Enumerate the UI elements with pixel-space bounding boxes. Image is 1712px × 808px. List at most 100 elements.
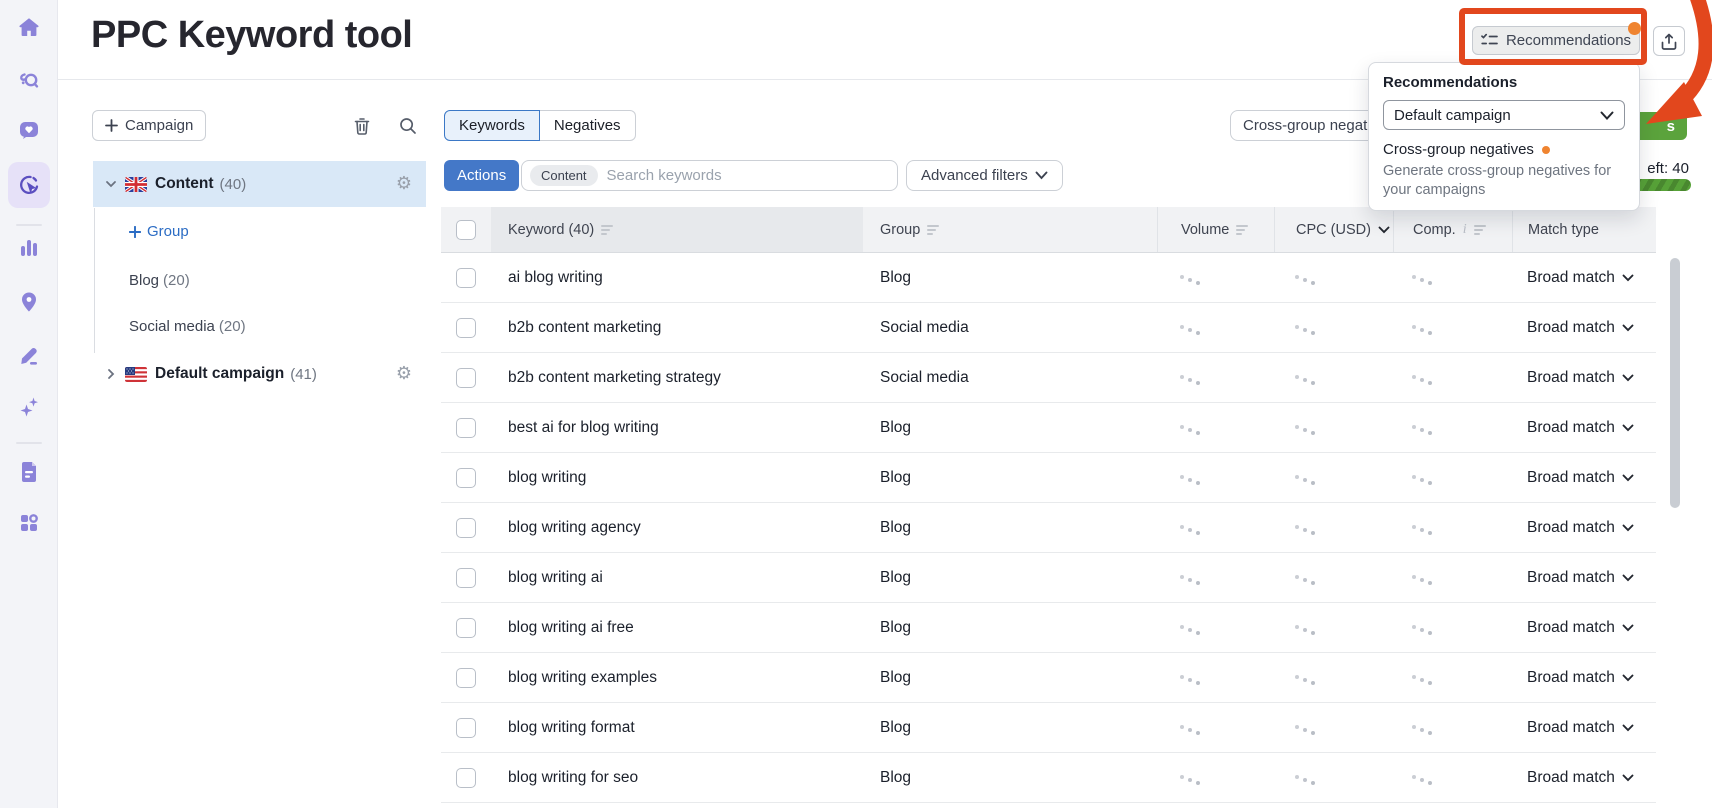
chevron-down-icon[interactable] [104, 177, 118, 191]
home-icon[interactable] [8, 6, 50, 48]
group-count: (20) [163, 272, 190, 289]
match-type-select[interactable]: Broad match [1527, 769, 1634, 787]
row-checkbox[interactable] [456, 367, 476, 388]
row-checkbox[interactable] [456, 767, 476, 788]
select-all-checkbox[interactable] [456, 219, 476, 240]
cross-group-negatives-button[interactable]: Cross-group negat [1230, 110, 1376, 141]
match-type-select[interactable]: Broad match [1527, 669, 1634, 687]
tab-keywords[interactable]: Keywords [444, 110, 540, 141]
row-checkbox[interactable] [456, 667, 476, 688]
table-row: blog writing format Blog Broad match [441, 703, 1656, 753]
row-checkbox[interactable] [456, 417, 476, 438]
search-icon[interactable] [398, 116, 418, 136]
match-type-value: Broad match [1527, 318, 1615, 336]
cpc-loading-dots [1295, 524, 1315, 535]
chevron-down-icon [1600, 111, 1614, 120]
keyword-cell[interactable]: blog writing ai free [491, 619, 863, 637]
cross-group-negatives-label: Cross-group negat [1243, 117, 1368, 134]
col-header-keyword[interactable]: Keyword (40) [491, 207, 863, 252]
apps-grid-icon[interactable] [8, 502, 50, 544]
col-header-volume[interactable]: Volume [1157, 207, 1274, 252]
add-campaign-button[interactable]: Campaign [92, 110, 207, 141]
group-cell: Blog [880, 668, 912, 686]
campaign-tree-item-default-campaign[interactable]: Default campaign (41) ⚙ [93, 351, 426, 397]
keyword-search-input[interactable]: Content Search keywords [521, 160, 898, 191]
export-icon [1661, 33, 1677, 50]
match-type-select[interactable]: Broad match [1527, 269, 1634, 287]
keyword-cell[interactable]: best ai for blog writing [491, 419, 863, 437]
match-type-select[interactable]: Broad match [1527, 569, 1634, 587]
tab-negatives[interactable]: Negatives [539, 110, 636, 141]
feedback-heart-icon[interactable] [8, 109, 50, 151]
campaign-select[interactable]: Default campaign [1383, 100, 1625, 130]
advanced-filters-button[interactable]: Advanced filters [906, 160, 1063, 191]
search-scope-chip[interactable]: Content [530, 165, 598, 186]
comp-loading-dots [1412, 274, 1432, 285]
keyword-cell[interactable]: blog writing agency [491, 519, 863, 537]
row-checkbox[interactable] [456, 317, 476, 338]
keyword-cell[interactable]: blog writing format [491, 719, 863, 737]
recommendations-button[interactable]: Recommendations [1472, 26, 1640, 55]
actions-button[interactable]: Actions [444, 160, 520, 191]
row-checkbox[interactable] [456, 567, 476, 588]
sort-icon[interactable] [927, 224, 940, 235]
report-document-icon[interactable] [8, 451, 50, 493]
match-type-value: Broad match [1527, 718, 1615, 736]
group-item-social-media[interactable]: Social media (20) [129, 318, 246, 335]
export-button[interactable] [1653, 26, 1685, 56]
chevron-right-icon[interactable] [104, 367, 118, 381]
volume-loading-dots [1180, 424, 1200, 435]
comp-loading-dots [1412, 374, 1432, 385]
location-pin-icon[interactable] [8, 281, 50, 323]
add-group-link[interactable]: Group [129, 223, 189, 240]
gear-icon[interactable]: ⚙ [396, 175, 412, 193]
popup-item-cross-group-negatives[interactable]: Cross-group negatives [1383, 141, 1625, 158]
keyword-cell[interactable]: ai blog writing [491, 269, 863, 287]
sort-icon[interactable] [1236, 224, 1249, 235]
chevron-down-icon [1622, 424, 1634, 431]
match-type-select[interactable]: Broad match [1527, 519, 1634, 537]
row-checkbox[interactable] [456, 267, 476, 288]
match-type-select[interactable]: Broad match [1527, 619, 1634, 637]
group-cell: Blog [880, 518, 912, 536]
row-checkbox[interactable] [456, 617, 476, 638]
analytics-bars-icon[interactable] [8, 227, 50, 269]
match-type-select[interactable]: Broad match [1527, 419, 1634, 437]
match-type-select[interactable]: Broad match [1527, 369, 1634, 387]
edit-pencil-icon[interactable] [8, 334, 50, 376]
keyword-cell[interactable]: blog writing for seo [491, 769, 863, 787]
sort-icon[interactable] [601, 224, 614, 235]
gear-icon[interactable]: ⚙ [396, 365, 412, 383]
chevron-down-icon [1622, 474, 1634, 481]
col-header-comp[interactable]: Comp. i [1393, 207, 1512, 252]
match-type-select[interactable]: Broad match [1527, 719, 1634, 737]
col-header-cpc[interactable]: CPC (USD) [1274, 207, 1393, 252]
group-item-blog[interactable]: Blog (20) [129, 272, 190, 289]
group-cell: Blog [880, 768, 912, 786]
trash-icon[interactable] [352, 116, 372, 136]
keyword-cell[interactable]: blog writing ai [491, 569, 863, 587]
campaign-tree-item-content[interactable]: Content (40) ⚙ [93, 161, 426, 207]
explore-search-icon[interactable] [8, 60, 50, 102]
volume-loading-dots [1180, 324, 1200, 335]
keyword-cell[interactable]: blog writing [491, 469, 863, 487]
match-type-select[interactable]: Broad match [1527, 469, 1634, 487]
col-header-group[interactable]: Group [863, 207, 1157, 252]
match-type-select[interactable]: Broad match [1527, 319, 1634, 337]
keyword-cell[interactable]: blog writing examples [491, 669, 863, 687]
row-checkbox[interactable] [456, 517, 476, 538]
chevron-down-icon[interactable] [1378, 226, 1390, 234]
ppc-targeting-icon[interactable] [7, 162, 50, 208]
row-checkbox[interactable] [456, 467, 476, 488]
row-checkbox[interactable] [456, 717, 476, 738]
volume-loading-dots [1180, 374, 1200, 385]
keyword-cell[interactable]: b2b content marketing strategy [491, 369, 863, 387]
keyword-cell[interactable]: b2b content marketing [491, 319, 863, 337]
sort-icon[interactable] [1473, 224, 1486, 235]
volume-loading-dots [1180, 624, 1200, 635]
info-icon[interactable]: i [1463, 222, 1467, 238]
ai-sparkles-icon[interactable] [8, 386, 50, 428]
popup-title: Recommendations [1383, 74, 1518, 91]
table-scrollbar-thumb[interactable] [1670, 258, 1680, 508]
cpc-loading-dots [1295, 324, 1315, 335]
